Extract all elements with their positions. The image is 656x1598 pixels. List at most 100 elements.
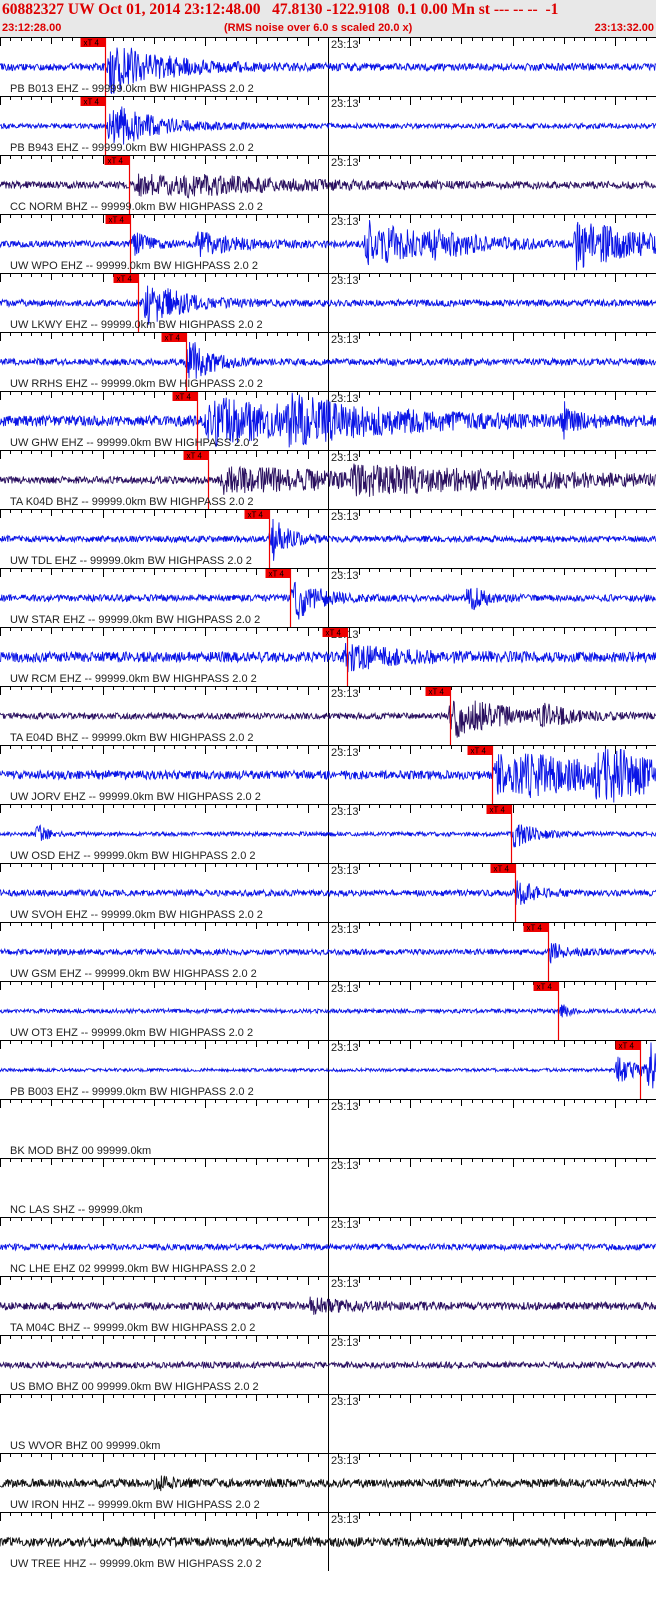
waveform — [0, 341, 656, 379]
station-label: UW SVOH EHZ -- 99999.0km BW HIGHPASS 2.0… — [10, 909, 263, 921]
pick-label: xT 4 — [84, 98, 100, 107]
trace-panel: 23:13 xT 4 UW SVOH EHZ -- 99999.0km BW HIG… — [0, 863, 656, 922]
waveform — [0, 880, 656, 905]
time-tick-label: 23:13 — [331, 688, 359, 700]
time-tick-label: 23:13 — [331, 216, 359, 228]
trace-panel: 23:13 US WVOR BHZ 00 99999.0km — [0, 1394, 656, 1453]
station-label: UW RCM EHZ -- 99999.0km BW HIGHPASS 2.0 … — [10, 673, 257, 685]
trace-panel: 23:13 BK MOD BHZ 00 99999.0km — [0, 1099, 656, 1158]
trace-panel: 23:13 US BMO BHZ 00 99999.0km BW HIGHPASS… — [0, 1335, 656, 1394]
time-tick-label: 23:13 — [331, 1160, 359, 1172]
station-label: UW RRHS EHZ -- 99999.0km BW HIGHPASS 2.0… — [10, 378, 263, 390]
waveform — [0, 1042, 656, 1089]
trace-panel: 23:13 xT 4 TA E04D BHZ -- 99999.0km BW HIG… — [0, 686, 656, 745]
time-tick-label: 23:13 — [331, 806, 359, 818]
time-tick-label: 23:13 — [331, 1278, 359, 1290]
time-tick-label: 23:13 — [331, 983, 359, 995]
trace-panel: 23:13xT 4UW RCM EHZ -- 99999.0km BW HIGH… — [0, 627, 656, 686]
time-tick-label: 23:13 — [331, 511, 359, 523]
time-tick-label: 23:13 — [331, 1219, 359, 1231]
trace-panel: 23:13 xT 4 UW LKWY EHZ -- 99999.0km BW HIG… — [0, 273, 656, 332]
rms-note: (RMS noise over 6.0 s scaled 20.0 x) — [224, 22, 413, 34]
waveform — [0, 824, 656, 848]
trace-panel: 23:13 xT 4 UW JORV EHZ -- 99999.0km BW HIG… — [0, 745, 656, 804]
pick-label: xT 4 — [117, 275, 133, 284]
station-label: UW IRON HHZ -- 99999.0km BW HIGHPASS 2.0… — [10, 1499, 260, 1511]
time-tick-label: 23:13 — [331, 334, 359, 346]
station-label: UW TDL EHZ -- 99999.0km BW HIGHPASS 2.0 … — [10, 555, 252, 567]
trace-panel: 23:13 xT 4 UW WPO EHZ -- 99999.0km BW HIGH… — [0, 214, 656, 273]
pick-label: xT 4 — [490, 806, 506, 815]
time-tick-label: 23:13 — [331, 1396, 359, 1408]
end-time: 23:13:32.00 — [594, 22, 654, 34]
station-label: TA K04D BHZ -- 99999.0km BW HIGHPASS 2.0… — [10, 496, 254, 508]
trace-panel: 23:13 xT 4 UW TDL EHZ -- 99999.0km BW HIGH… — [0, 509, 656, 568]
pick-label: xT 4 — [108, 157, 124, 166]
trace-panel: 23:13 NC LAS SHZ -- 99999.0km — [0, 1158, 656, 1217]
trace-panel: 23:13 xT 4 UW STAR EHZ -- 99999.0km BW HIG… — [0, 568, 656, 627]
time-tick-label: 23:13 — [331, 1101, 359, 1113]
trace-panel: 23:13 xT 4 PB B013 EHZ -- 99999.0km BW HIG… — [0, 37, 656, 96]
waveform — [0, 1296, 656, 1315]
trace-panel: 23:13 NC LHE EHZ 02 99999.0km BW HIGHPASS… — [0, 1217, 656, 1276]
station-label: US WVOR BHZ 00 99999.0km — [10, 1440, 160, 1452]
time-tick-label: 23:13 — [331, 39, 359, 51]
station-label: US BMO BHZ 00 99999.0km BW HIGHPASS 2.0 … — [10, 1381, 259, 1393]
waveform — [0, 1004, 656, 1018]
station-label: UW LKWY EHZ -- 99999.0km BW HIGHPASS 2.0… — [10, 319, 263, 331]
station-label: PB B013 EHZ -- 99999.0km BW HIGHPASS 2.0… — [10, 83, 254, 95]
pick-label: xT 4 — [84, 39, 100, 48]
seismogram-plot: 23:13 xT 4 PB B013 EHZ -- 99999.0km BW HIG… — [0, 37, 656, 1571]
station-label: TA M04C BHZ -- 99999.0km BW HIGHPASS 2.0… — [10, 1322, 255, 1334]
pick-label: xT 4 — [269, 570, 285, 579]
pick-label: xT 4 — [429, 688, 445, 697]
station-label: UW OT3 EHZ -- 99999.0km BW HIGHPASS 2.0 … — [10, 1027, 253, 1039]
station-label: NC LHE EHZ 02 99999.0km BW HIGHPASS 2.0 … — [10, 1263, 256, 1275]
pick-label: xT 4 — [619, 1042, 635, 1051]
trace-panel: 23:13 xT 4 PB B943 EHZ -- 99999.0km BW HIG… — [0, 96, 656, 155]
station-label: NC LAS SHZ -- 99999.0km — [10, 1204, 143, 1216]
pick-label: xT 4 — [109, 216, 125, 225]
trace-panel: 23:13 UW IRON HHZ -- 99999.0km BW HIGHPAS… — [0, 1453, 656, 1512]
time-tick-label: 23:13 — [331, 1455, 359, 1467]
pick-label: xT 4 — [326, 629, 342, 638]
station-label: TA E04D BHZ -- 99999.0km BW HIGHPASS 2.0… — [10, 732, 254, 744]
time-tick-label: 23:13 — [331, 452, 359, 464]
time-tick-label: 23:13 — [331, 865, 359, 877]
waveform — [0, 642, 656, 673]
pick-label: xT 4 — [527, 924, 543, 933]
waveform — [0, 106, 656, 145]
station-label: PB B003 EHZ -- 99999.0km BW HIGHPASS 2.0… — [10, 1086, 254, 1098]
station-label: UW OSD EHZ -- 99999.0km BW HIGHPASS 2.0 … — [10, 850, 256, 862]
time-tick-label: 23:13 — [331, 1514, 359, 1526]
pick-label: xT 4 — [537, 983, 553, 992]
waveform — [0, 943, 656, 964]
time-tick-label: 23:13 — [331, 570, 359, 582]
waveform — [0, 1242, 656, 1252]
station-label: PB B943 EHZ -- 99999.0km BW HIGHPASS 2.0… — [10, 142, 254, 154]
waveform — [0, 173, 656, 199]
time-tick-label: 23:13 — [331, 98, 359, 110]
station-label: UW TREE HHZ -- 99999.0km BW HIGHPASS 2.0… — [10, 1558, 261, 1570]
pick-label: xT 4 — [187, 452, 203, 461]
station-label: CC NORM BHZ -- 99999.0km BW HIGHPASS 2.0… — [10, 201, 263, 213]
trace-panel: 23:13 xT 4 TA K04D BHZ -- 99999.0km BW HIG… — [0, 450, 656, 509]
trace-panel: 23:13 xT 4 UW RRHS EHZ -- 99999.0km BW HIG… — [0, 332, 656, 391]
station-label: UW GSM EHZ -- 99999.0km BW HIGHPASS 2.0 … — [10, 968, 257, 980]
time-tick-label: 23:13 — [331, 1042, 359, 1054]
waveform — [0, 1360, 656, 1370]
waveform — [0, 1475, 656, 1492]
trace-panel: 23:13 xT 4 UW OSD EHZ -- 99999.0km BW HIGH… — [0, 804, 656, 863]
event-title: 60882327 UW Oct 01, 2014 23:12:48.00 47.… — [2, 1, 559, 18]
pick-label: xT 4 — [494, 865, 510, 874]
time-tick-label: 23:13 — [331, 157, 359, 169]
station-label: BK MOD BHZ 00 99999.0km — [10, 1145, 151, 1157]
station-label: UW WPO EHZ -- 99999.0km BW HIGHPASS 2.0 … — [10, 260, 258, 272]
trace-panel: 23:13 xT 4 CC NORM BHZ -- 99999.0km BW HIG… — [0, 155, 656, 214]
time-tick-label: 23:13 — [331, 1337, 359, 1349]
pick-label: xT 4 — [248, 511, 264, 520]
start-time: 23:12:28.00 — [2, 22, 62, 34]
time-tick-label: 23:13 — [331, 924, 359, 936]
time-tick-label: 23:13 — [331, 275, 359, 287]
trace-panel: 23:13 xT 4 UW OT3 EHZ -- 99999.0km BW HIGH… — [0, 981, 656, 1040]
